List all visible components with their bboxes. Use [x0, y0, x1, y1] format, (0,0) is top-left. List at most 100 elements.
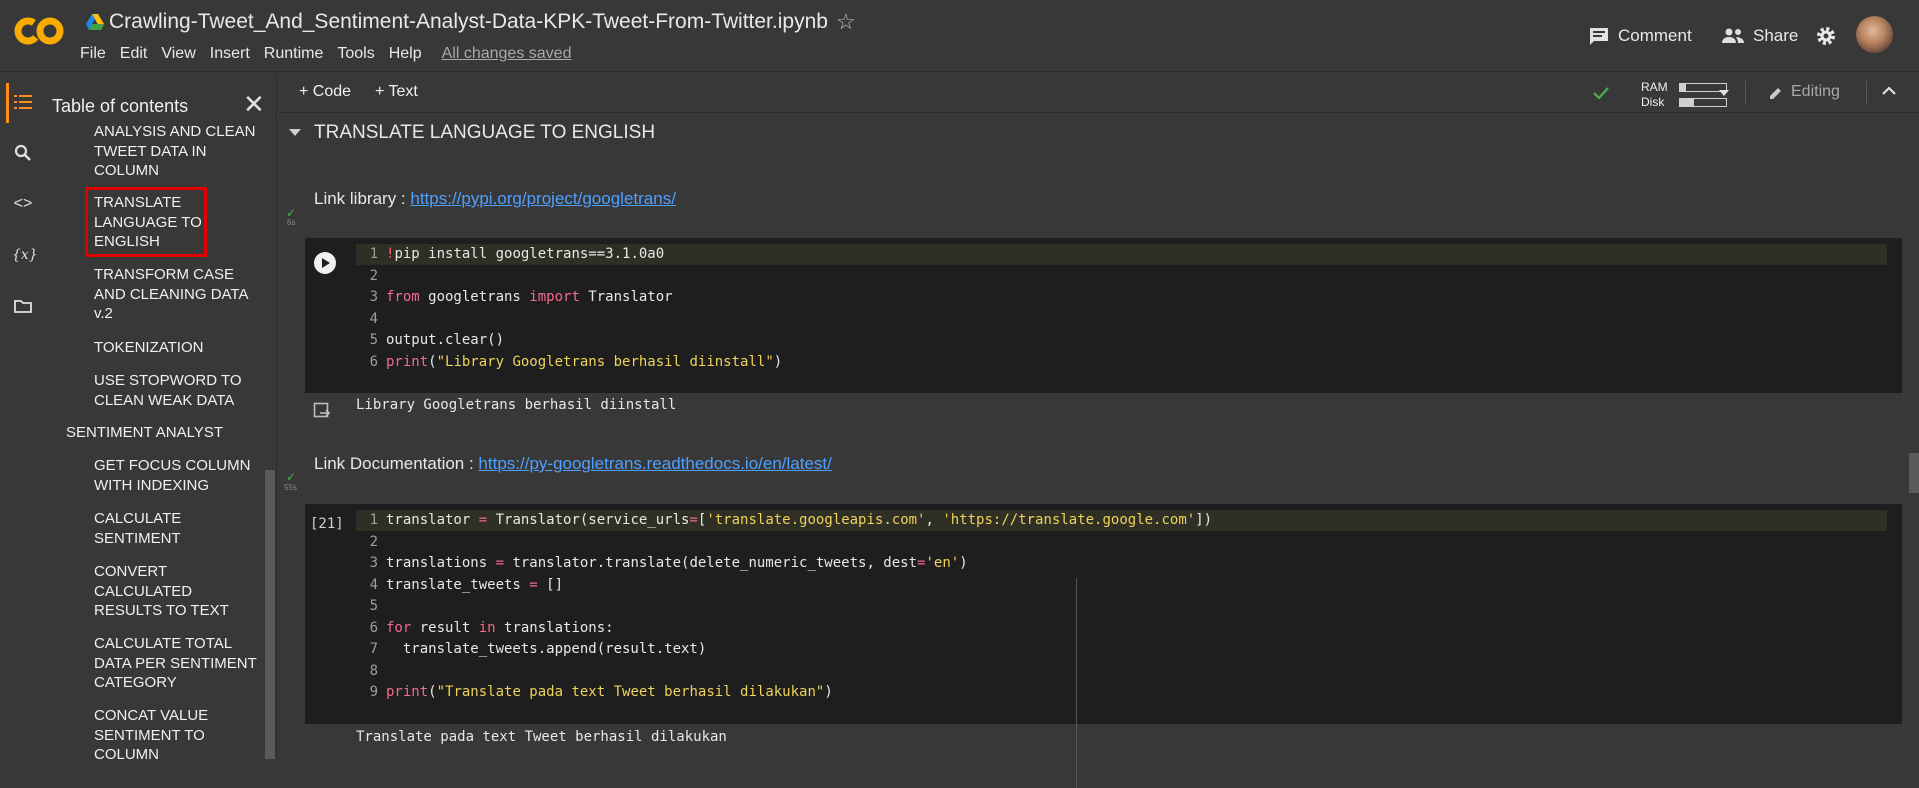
toc-title: Table of contents: [52, 96, 189, 116]
link-library-url[interactable]: https://pypi.org/project/googletrans/: [410, 189, 676, 208]
menu-help[interactable]: Help: [389, 45, 422, 65]
line-number: 6: [369, 353, 378, 370]
code-snippets-icon[interactable]: <>: [12, 193, 34, 215]
ram-label: RAM: [1641, 80, 1668, 94]
code-token: ): [959, 555, 968, 571]
code-cell-1[interactable]: 1 !pip install googletrans==3.1.0a0 2 3 from…: [305, 238, 1902, 393]
star-icon[interactable]: ☆: [836, 10, 856, 34]
menu-file[interactable]: File: [80, 45, 106, 65]
comment-button[interactable]: Comment: [1588, 22, 1692, 50]
close-icon[interactable]: ✕: [243, 91, 265, 117]
code-token: ): [824, 684, 833, 700]
settings-gear-icon[interactable]: [1815, 25, 1837, 47]
run-cell-button[interactable]: [314, 252, 336, 274]
code-line[interactable]: 5 output.clear(): [356, 330, 1887, 351]
toolbar-divider-2: [1866, 81, 1867, 105]
share-label: Share: [1753, 26, 1799, 45]
code-token: output.clear(): [386, 332, 505, 348]
code-line[interactable]: 9 print("Translate pada text Tweet berhas…: [356, 682, 1887, 703]
link-library-label: Link library :: [314, 189, 411, 208]
code-line[interactable]: 8: [356, 661, 1887, 682]
line-number: 9: [369, 684, 378, 700]
code-line[interactable]: 5: [356, 596, 1887, 617]
search-icon[interactable]: [12, 142, 34, 164]
code-line[interactable]: 3 translations = translator.translate(del…: [356, 553, 1887, 574]
colab-logo[interactable]: [14, 14, 64, 48]
line-number: 3: [369, 289, 378, 305]
toc-scrollbar[interactable]: [265, 470, 275, 759]
table-of-contents-icon[interactable]: [12, 91, 34, 113]
table-of-contents-panel: Table of contents ✕ ANALYSIS AND CLEAN T…: [44, 73, 277, 759]
resource-monitor[interactable]: RAM Disk: [1619, 78, 1727, 110]
notebook-title[interactable]: Crawling-Tweet_And_Sentiment-Analyst-Dat…: [109, 10, 828, 34]
code-line[interactable]: 4 translate_tweets = []: [356, 575, 1887, 596]
menu-edit[interactable]: Edit: [120, 45, 148, 65]
add-code-button[interactable]: + Code: [299, 83, 351, 101]
link-library-text: Link library : https://pypi.org/project/…: [314, 189, 676, 209]
toc-item-transform-case[interactable]: TRANSFORM CASE AND CLEANING DATA v.2: [94, 265, 259, 324]
rail-active-indicator: [6, 83, 9, 123]
code-token: translations: [386, 555, 496, 571]
editing-mode-button[interactable]: Editing: [1791, 83, 1840, 101]
line-number: 4: [369, 576, 378, 593]
code-token: 'en': [925, 555, 960, 571]
code-token: "Translate pada text Tweet berhasil dila…: [436, 684, 825, 700]
people-icon: [1722, 28, 1744, 43]
code-line[interactable]: 1 !pip install googletrans==3.1.0a0: [356, 244, 1887, 265]
toc-item-total-per-category[interactable]: CALCULATE TOTAL DATA PER SENTIMENT CATEG…: [94, 634, 259, 693]
menu-insert[interactable]: Insert: [210, 45, 250, 65]
comment-label: Comment: [1618, 26, 1692, 45]
variables-icon[interactable]: {x}: [12, 244, 38, 266]
code-token: =: [478, 512, 488, 528]
code-token: translations:: [495, 619, 614, 636]
menu-runtime[interactable]: Runtime: [264, 45, 324, 65]
share-button[interactable]: Share: [1721, 22, 1798, 50]
side-rail: <> {x}: [0, 73, 44, 759]
toc-item-analysis-clean[interactable]: ANALYSIS AND CLEAN TWEET DATA IN COLUMN: [94, 122, 259, 181]
code-line[interactable]: 4: [356, 309, 1887, 330]
toc-item-focus-column[interactable]: GET FOCUS COLUMN WITH INDEXING: [94, 456, 254, 495]
code-token: =: [495, 555, 505, 571]
cell2-output: Translate pada text Tweet berhasil dilak…: [356, 729, 727, 745]
chevron-up-icon[interactable]: [1882, 86, 1896, 96]
code-token: googletrans: [419, 289, 530, 305]
output-clear-icon[interactable]: [313, 402, 331, 420]
line-number: 7: [369, 641, 378, 657]
code-line[interactable]: 7 translate_tweets.append(result.text): [356, 639, 1887, 660]
resources-dropdown-icon[interactable]: [1719, 90, 1729, 96]
code-token: (: [428, 353, 437, 370]
user-avatar[interactable]: [1856, 16, 1893, 53]
menu-tools[interactable]: Tools: [337, 45, 374, 65]
line-number: 2: [369, 533, 378, 550]
code-line[interactable]: 6 for result in translations:: [356, 618, 1887, 639]
notebook-toolbar: + Code + Text RAM Disk Editing: [279, 73, 1919, 113]
link-documentation-url[interactable]: https://py-googletrans.readthedocs.io/en…: [478, 454, 831, 473]
code-line[interactable]: 1 translator = Translator(service_urls=['…: [356, 510, 1887, 531]
toc-item-tokenization[interactable]: TOKENIZATION: [94, 338, 259, 358]
code-token: translate_tweets: [386, 576, 530, 593]
line-length-guide: [1076, 578, 1077, 788]
toc-item-concat-value[interactable]: CONCAT VALUE SENTIMENT TO COLUMN: [94, 706, 224, 759]
code-token: import: [529, 289, 580, 305]
line-number: 1: [369, 512, 378, 528]
toc-item-convert-results[interactable]: CONVERT CALCULATED RESULTS TO TEXT: [94, 562, 234, 621]
code-line[interactable]: 3 from googletrans import Translator: [356, 287, 1887, 308]
toc-item-calculate-sentiment[interactable]: CALCULATE SENTIMENT: [94, 509, 204, 548]
link-documentation-label: Link Documentation :: [314, 454, 479, 473]
app-header: Crawling-Tweet_And_Sentiment-Analyst-Dat…: [0, 0, 1919, 72]
code-line[interactable]: 2: [356, 266, 1887, 287]
code-line[interactable]: 6 print("Library Googletrans berhasil dii…: [356, 352, 1887, 373]
add-text-button[interactable]: + Text: [375, 83, 418, 101]
code-line[interactable]: 2: [356, 532, 1887, 553]
cell1-output: Library Googletrans berhasil diinstall: [356, 397, 677, 413]
code-token: translate_tweets.append(result.text): [386, 641, 707, 657]
files-folder-icon[interactable]: [12, 295, 34, 317]
toc-item-stopword[interactable]: USE STOPWORD TO CLEAN WEAK DATA: [94, 371, 244, 410]
section-collapse-icon[interactable]: [289, 129, 301, 136]
pencil-edit-icon: [1770, 88, 1781, 99]
code-cell-2[interactable]: [21] 1 translator = Translator(service_ur…: [305, 504, 1902, 724]
menu-view[interactable]: View: [161, 45, 195, 65]
notebook-scrollbar[interactable]: [1909, 453, 1919, 493]
toc-item-sentiment-analyst[interactable]: SENTIMENT ANALYST: [66, 423, 266, 443]
save-status[interactable]: All changes saved: [442, 45, 572, 65]
